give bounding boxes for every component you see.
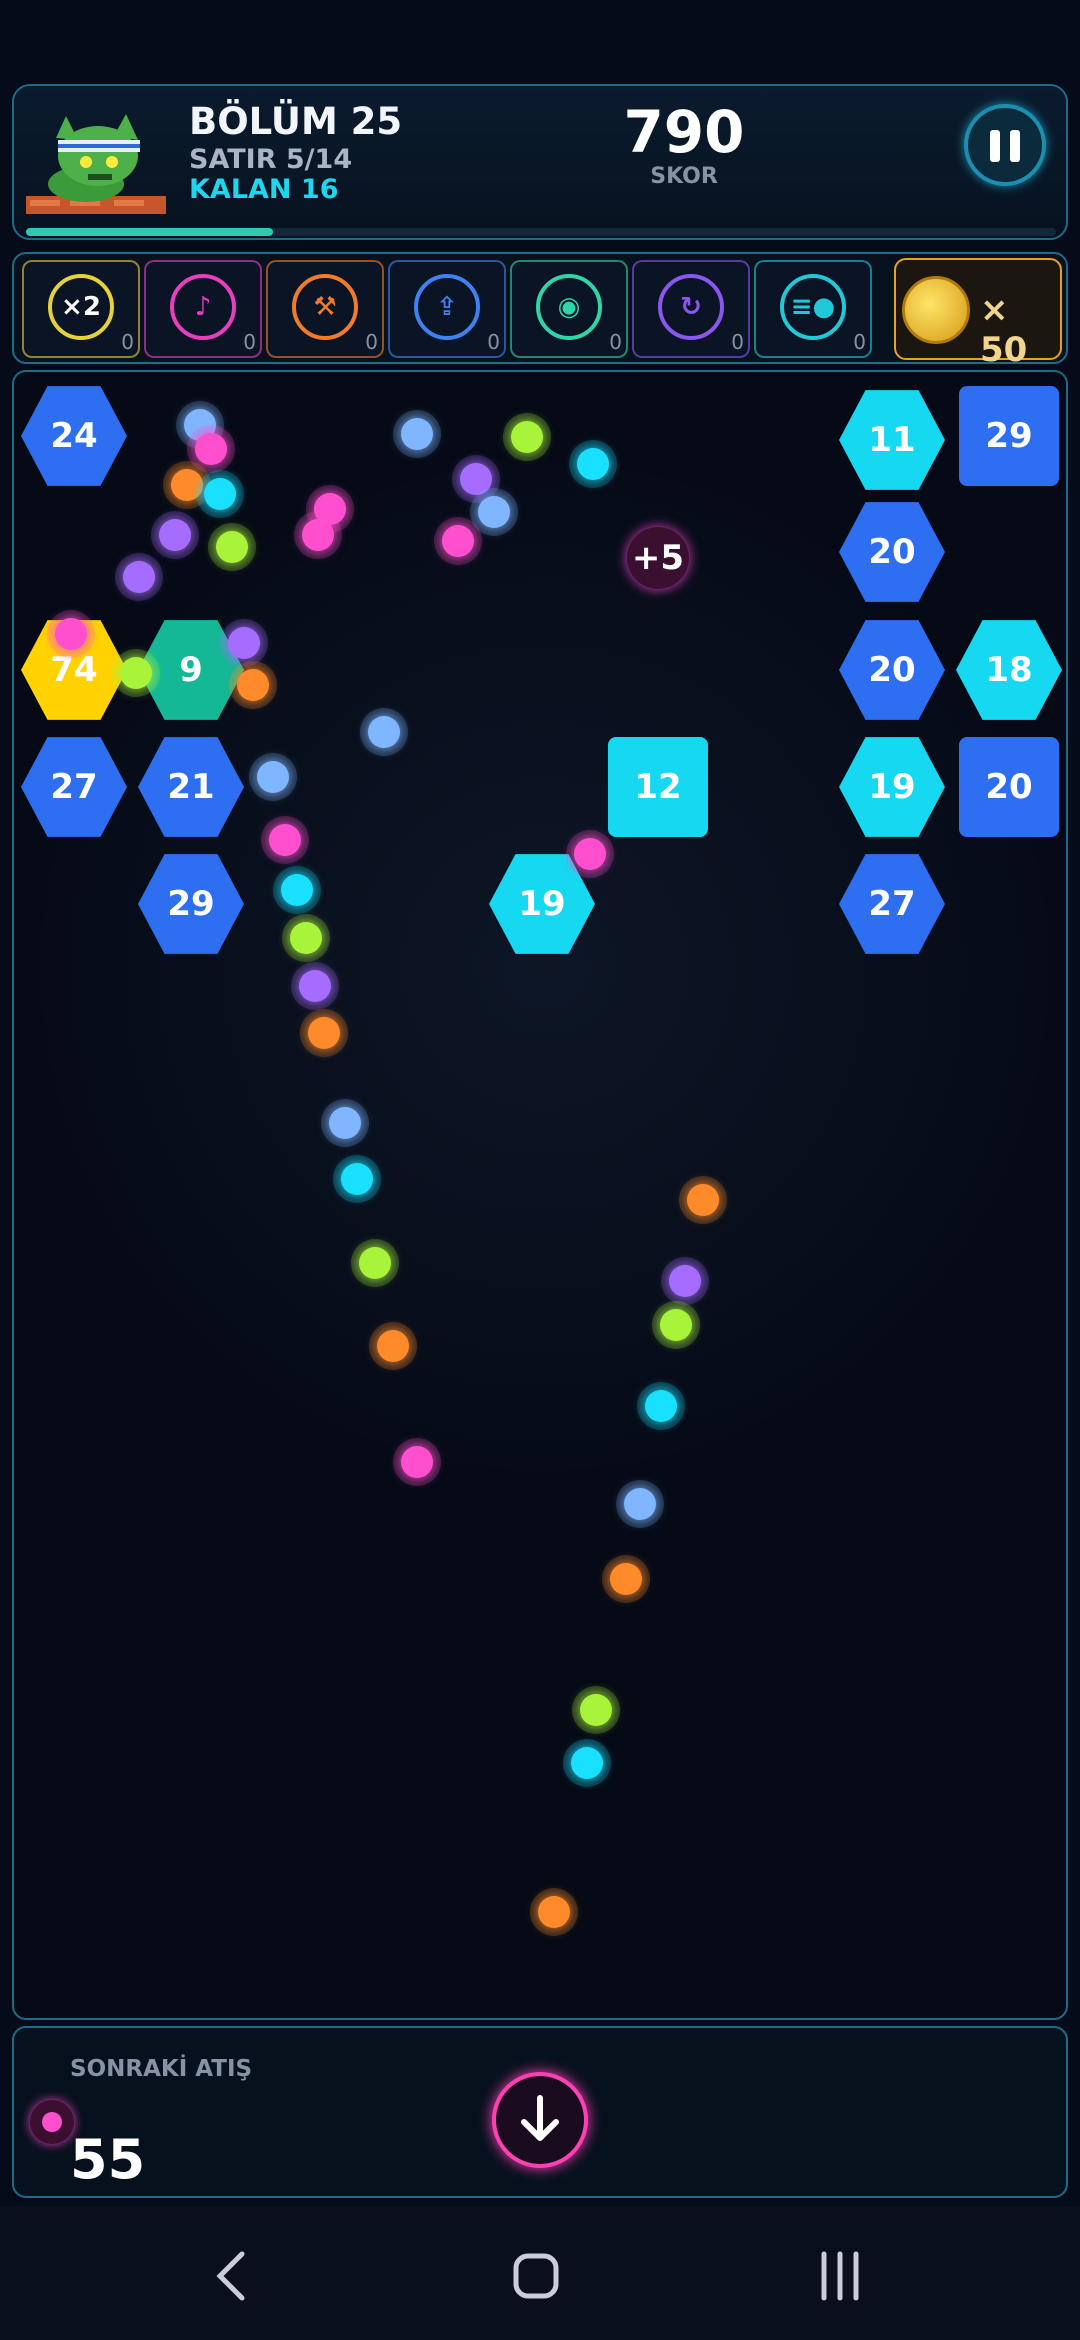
coin-icon xyxy=(902,276,970,344)
ball xyxy=(669,1264,701,1297)
powerup-double-ball[interactable]: ×2 0 xyxy=(22,260,140,358)
arrow-down-icon xyxy=(521,2095,559,2141)
coin-count: × 50 xyxy=(980,290,1028,370)
powerup-target[interactable]: ◉ 0 xyxy=(510,260,628,358)
coin-balance[interactable]: × 50 xyxy=(894,258,1062,370)
ball xyxy=(329,1106,361,1139)
ball xyxy=(123,561,155,594)
ball xyxy=(368,716,400,749)
score-label: SKOR xyxy=(650,164,718,189)
powerup-upload[interactable]: ⇪ 0 xyxy=(388,260,506,358)
block: 11 xyxy=(839,390,945,490)
powerup-count: 0 xyxy=(487,330,500,354)
powerup-count: 0 xyxy=(121,330,134,354)
ball xyxy=(511,421,543,454)
ball xyxy=(290,921,322,954)
ball xyxy=(538,1896,570,1929)
ball xyxy=(460,462,492,495)
block: 24 xyxy=(21,386,127,486)
powerup-count: 0 xyxy=(243,330,256,354)
ball xyxy=(299,969,331,1002)
target-icon: ◉ xyxy=(536,274,602,340)
level-progress-fill xyxy=(26,228,274,236)
level-progress-bar xyxy=(26,228,1056,236)
hammer-icon: ⚒ xyxy=(292,274,358,340)
game-board[interactable]: 24 11 29 20 74 9 20 18 27 21 12 19 20 29… xyxy=(12,370,1068,2020)
ball xyxy=(645,1389,677,1422)
game-header: BÖLÜM 25 SATIR 5/14 KALAN 16 790 SKOR xyxy=(12,84,1068,240)
upload-arrow-icon: ⇪ xyxy=(414,274,480,340)
ball xyxy=(171,468,203,501)
ball xyxy=(237,668,269,701)
rotate-icon: ↻ xyxy=(658,274,724,340)
ball xyxy=(55,617,87,650)
music-note-icon: ♪ xyxy=(170,274,236,340)
ball xyxy=(204,477,236,510)
powerup-speed[interactable]: ≡● 0 xyxy=(754,260,872,358)
powerup-hammer[interactable]: ⚒ 0 xyxy=(266,260,384,358)
ball xyxy=(159,519,191,552)
powerup-count: 0 xyxy=(731,330,744,354)
pause-button[interactable] xyxy=(964,104,1046,186)
cat-mascot-icon xyxy=(26,114,166,214)
ball xyxy=(228,626,260,659)
ball xyxy=(580,1693,612,1726)
double-ball-icon: ×2 xyxy=(48,274,114,340)
ball xyxy=(401,418,433,451)
next-shot-label: SONRAKİ ATIŞ xyxy=(70,2056,253,2082)
level-title: BÖLÜM 25 xyxy=(189,100,403,143)
ball xyxy=(308,1017,340,1050)
row-progress-text: SATIR 5/14 xyxy=(189,144,353,175)
powerup-bar: ×2 0 ♪ 0 ⚒ 0 ⇪ 0 ◉ 0 ↻ 0 ≡● 0 × 50 xyxy=(12,252,1068,370)
ball xyxy=(624,1488,656,1521)
fire-button[interactable] xyxy=(492,2072,588,2168)
powerup-count: 0 xyxy=(853,330,866,354)
ball xyxy=(610,1562,642,1595)
ball xyxy=(377,1330,409,1363)
powerup-count: 0 xyxy=(609,330,622,354)
bottom-panel: SONRAKİ ATIŞ 55 xyxy=(12,2026,1068,2198)
powerup-music[interactable]: ♪ 0 xyxy=(144,260,262,358)
powerup-count: 0 xyxy=(365,330,378,354)
next-ball-icon xyxy=(30,2100,74,2144)
ball xyxy=(341,1163,373,1196)
score-value: 790 xyxy=(623,98,745,166)
ball xyxy=(401,1446,433,1479)
system-nav-bar xyxy=(0,2206,1080,2340)
ball xyxy=(257,760,289,793)
shots-count: 55 xyxy=(70,2128,146,2191)
ball xyxy=(195,432,227,465)
block: 29 xyxy=(959,386,1059,486)
ball xyxy=(281,874,313,907)
speed-ball-icon: ≡● xyxy=(780,274,846,340)
bonus-pickup: +5 xyxy=(627,527,689,589)
ball xyxy=(577,447,609,480)
pause-icon xyxy=(990,130,1000,162)
ball xyxy=(687,1184,719,1217)
ball xyxy=(359,1246,391,1279)
ball xyxy=(216,531,248,564)
ball xyxy=(120,656,152,689)
block: 20 xyxy=(959,737,1059,837)
recents-icon[interactable] xyxy=(800,2236,880,2316)
back-icon[interactable] xyxy=(194,2236,274,2316)
remaining-count: KALAN 16 xyxy=(189,174,339,205)
ball xyxy=(478,495,510,528)
ball xyxy=(269,823,301,856)
home-icon[interactable] xyxy=(496,2236,576,2316)
status-bar xyxy=(0,0,1080,80)
board-glow xyxy=(40,462,1050,1472)
ball xyxy=(571,1747,603,1780)
powerup-rotate[interactable]: ↻ 0 xyxy=(632,260,750,358)
block: 12 xyxy=(608,737,708,837)
